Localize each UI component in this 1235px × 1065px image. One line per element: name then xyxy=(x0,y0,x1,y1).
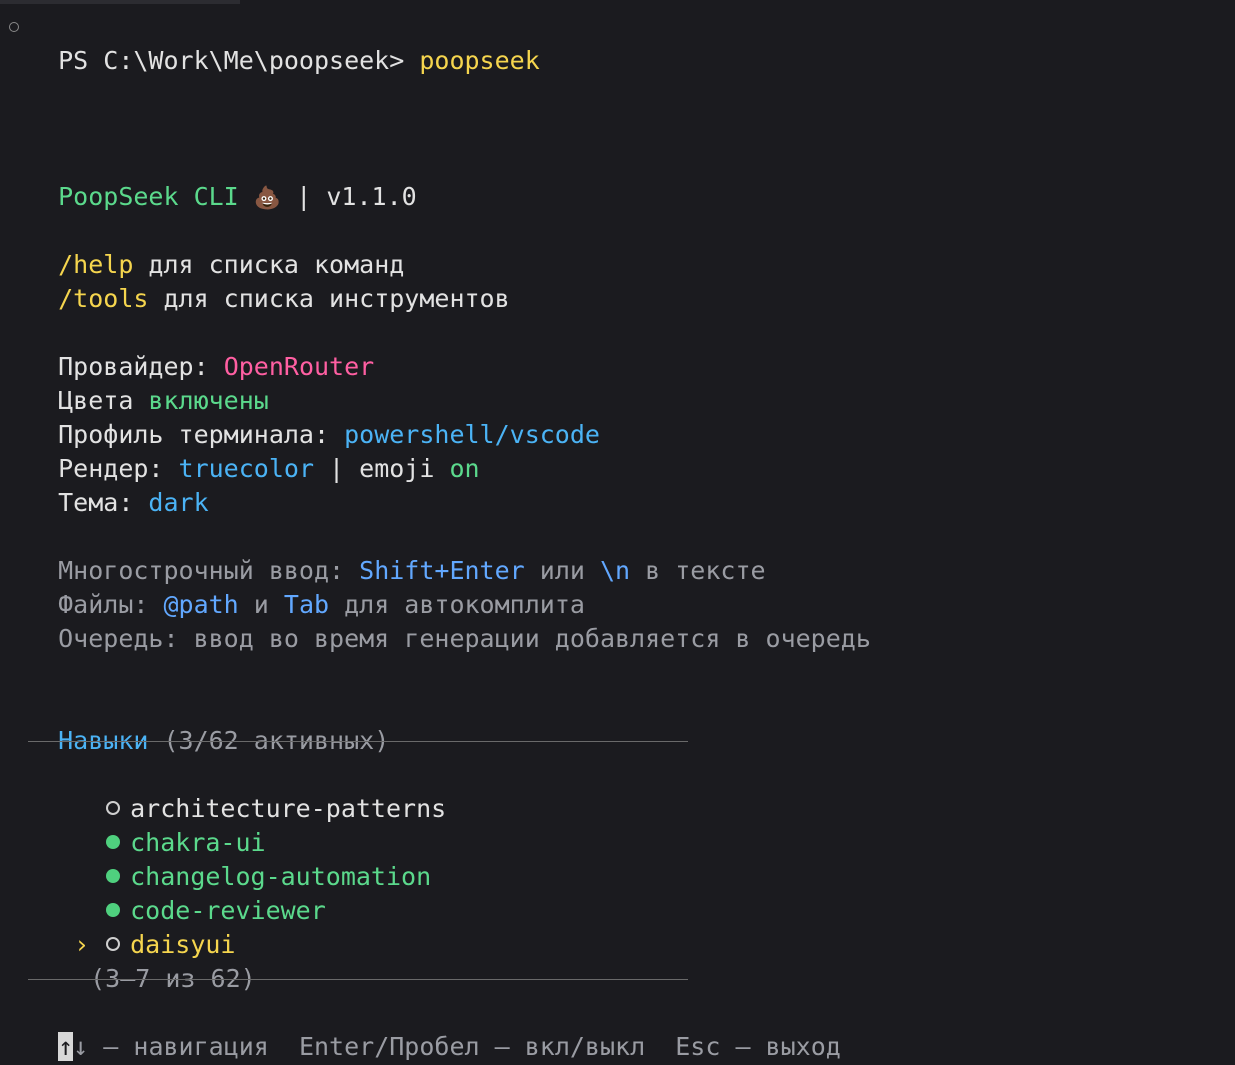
theme-label: Тема: xyxy=(58,488,149,517)
skill-item-code-reviewer[interactable]: code-reviewer xyxy=(44,860,326,925)
profile-line: Профиль терминала: powershell/vscode xyxy=(28,384,600,449)
app-banner: PoopSeek CLI 💩 | v1.1.0 xyxy=(28,146,417,211)
queue-tip: Очередь: ввод во время генерации добавля… xyxy=(28,588,871,653)
skills-header: Навыки (3/62 активных) xyxy=(28,690,389,755)
queue-text: Очередь: ввод во время генерации добавля… xyxy=(58,624,871,653)
tab-strip xyxy=(0,0,240,4)
arrow-down-icon: ↓ xyxy=(73,1032,89,1061)
hint-help: /help для списка команд xyxy=(28,214,404,279)
skills-top-divider xyxy=(28,741,688,742)
skill-item-changelog-automation[interactable]: changelog-automation xyxy=(44,826,431,891)
hint-tools: /tools для списка инструментов xyxy=(28,248,510,313)
render-separator: | xyxy=(314,454,360,483)
render-emoji-label: emoji xyxy=(359,454,450,483)
multiline-tip: Многострочный ввод: Shift+Enter или \n в… xyxy=(28,520,765,585)
arrow-up-icon: ↑ xyxy=(58,1032,74,1061)
skill-item-architecture-patterns[interactable]: architecture-patterns xyxy=(44,758,446,823)
tools-text: для списка инструментов xyxy=(148,284,510,313)
multiline-newline: \n xyxy=(599,556,631,585)
multiline-suffix: в тексте xyxy=(630,556,766,585)
files-tip: Файлы: @path и Tab для автокомплита xyxy=(28,554,585,619)
prompt-command: poopseek xyxy=(419,46,540,75)
banner-separator: | xyxy=(281,182,327,211)
app-version: v1.1.0 xyxy=(326,182,417,211)
app-name: PoopSeek CLI xyxy=(58,182,239,211)
render-line: Рендер: truecolor | emoji on xyxy=(28,418,479,483)
poop-emoji-icon: 💩 xyxy=(253,186,282,211)
keybind-footer: ↑↓ — навигация Enter/Пробел — вкл/выкл E… xyxy=(28,996,841,1061)
prompt-line: PS C:\Work\Me\poopseek> poopseek xyxy=(28,10,540,75)
nav-hint: — навигация xyxy=(88,1032,299,1061)
exit-hint: Esc — выход xyxy=(675,1032,841,1061)
prompt-path: PS C:\Work\Me\poopseek> xyxy=(58,46,420,75)
tools-command: /tools xyxy=(58,284,149,313)
theme-line: Тема: dark xyxy=(28,452,209,517)
colors-line: Цвета включены xyxy=(28,350,269,415)
skills-pagination: (3–7 из 62) xyxy=(60,928,256,993)
provider-line: Провайдер: OpenRouter xyxy=(28,316,374,381)
render-emoji-value: on xyxy=(449,454,480,483)
skills-bottom-divider xyxy=(28,979,688,980)
theme-value: dark xyxy=(148,488,209,517)
skill-item-daisyui[interactable]: › daisyui xyxy=(44,894,235,959)
skill-item-chakra-ui[interactable]: chakra-ui xyxy=(44,792,266,857)
prompt-status-icon xyxy=(9,22,19,32)
toggle-hint: Enter/Пробел — вкл/выкл xyxy=(298,1032,676,1061)
